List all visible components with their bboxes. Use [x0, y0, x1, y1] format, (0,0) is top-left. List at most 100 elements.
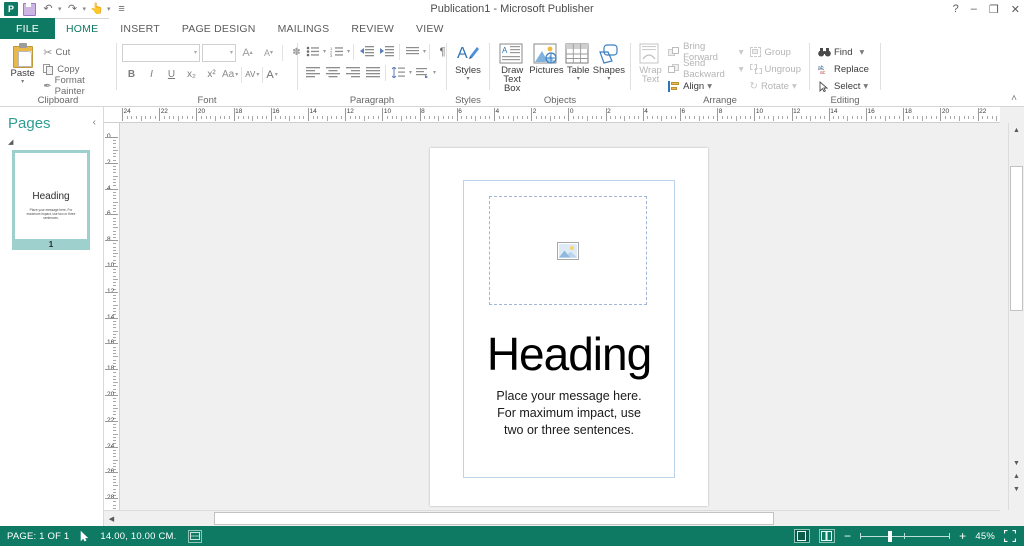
scroll-up-icon[interactable]: ▲ [1010, 124, 1023, 137]
object-size-icon[interactable] [188, 530, 202, 543]
align-center-button[interactable] [323, 64, 342, 81]
underline-button[interactable]: U [162, 65, 181, 84]
find-dropdown-icon[interactable]: ▾ [859, 47, 864, 58]
previous-page-icon[interactable]: ▲ [1010, 470, 1023, 483]
font-color-dropdown-icon[interactable]: ▾ [275, 71, 278, 78]
cut-button[interactable]: ✂ Cut [40, 44, 111, 60]
vertical-scroll-thumb[interactable] [1010, 166, 1023, 311]
bullets-button[interactable]: ▾ [303, 43, 326, 60]
draw-text-box-button[interactable]: A Draw Text Box [495, 42, 529, 93]
table-dropdown-icon[interactable]: ▾ [577, 76, 580, 82]
vertical-scrollbar[interactable]: ▲ ▼ ▲ ▼ [1008, 123, 1024, 510]
align-dropdown-icon[interactable]: ▾ [707, 81, 712, 92]
tab-home[interactable]: HOME [55, 18, 109, 39]
tab-mailings[interactable]: MAILINGS [267, 18, 341, 39]
subscript-button[interactable]: x₂ [182, 65, 201, 84]
paste-dropdown-icon[interactable]: ▾ [21, 79, 24, 85]
shapes-button[interactable]: Shapes ▾ [593, 42, 625, 82]
picture-placeholder[interactable] [489, 196, 647, 305]
close-icon[interactable]: ✕ [1011, 3, 1020, 16]
collapse-ribbon-icon[interactable]: ˄ [1011, 93, 1017, 104]
numbering-dropdown-icon[interactable]: ▾ [347, 48, 350, 55]
rotate-button[interactable]: ↻ Rotate ▾ [747, 78, 804, 94]
superscript-button[interactable]: x² [202, 65, 221, 84]
font-size-input[interactable]: ▾ [202, 44, 236, 62]
tab-view[interactable]: VIEW [405, 18, 455, 39]
vertical-ruler[interactable]: 0246810121416182022242628 [104, 123, 120, 510]
help-icon[interactable]: ? [953, 3, 959, 15]
line-spacing-dropdown-icon[interactable]: ▾ [409, 69, 412, 76]
tab-review[interactable]: REVIEW [340, 18, 405, 39]
collapse-pages-pane-icon[interactable]: ‹ [93, 117, 96, 128]
table-button[interactable]: Table ▾ [564, 42, 593, 82]
horizontal-scroll-thumb[interactable] [214, 512, 774, 525]
tab-file[interactable]: FILE [0, 18, 55, 39]
font-name-dropdown-icon[interactable]: ▾ [194, 49, 197, 56]
shapes-dropdown-icon[interactable]: ▾ [607, 76, 610, 82]
page-indicator[interactable]: PAGE: 1 OF 1 [7, 531, 69, 542]
rotate-dropdown-icon[interactable]: ▾ [792, 81, 797, 92]
styles-dropdown-icon[interactable]: ▾ [466, 76, 469, 82]
change-case-button[interactable]: Aa ▾ [222, 69, 238, 80]
wrap-text-button[interactable]: Wrap Text [636, 42, 665, 84]
text-direction-button[interactable]: ▾ [413, 64, 436, 81]
styles-button[interactable]: A Styles ▾ [452, 42, 484, 82]
scroll-down-icon[interactable]: ▼ [1010, 457, 1023, 470]
character-spacing-dropdown-icon[interactable]: ▾ [256, 71, 259, 78]
send-backward-button[interactable]: Send Backward ▾ [665, 61, 746, 77]
select-button[interactable]: Select ▾ [815, 78, 872, 94]
align-right-button[interactable] [343, 64, 362, 81]
zoom-slider-handle[interactable] [888, 531, 892, 542]
document-page[interactable]: Heading Place your message here. For max… [430, 148, 708, 506]
pages-expand-icon[interactable]: ◢ [8, 138, 13, 146]
paragraph-spacing-button[interactable]: ▾ [403, 43, 426, 60]
replace-button[interactable]: abac Replace [815, 61, 872, 77]
fit-page-button[interactable] [1004, 530, 1016, 542]
page-thumbnail-1[interactable]: Heading Place your message here. For max… [12, 150, 90, 250]
numbering-button[interactable]: 123 ▾ [327, 43, 350, 60]
document-body-text[interactable]: Place your message here. For maximum imp… [470, 388, 668, 439]
font-color-button[interactable]: A ▾ [266, 69, 277, 81]
minimize-icon[interactable]: – [971, 3, 977, 15]
grow-font-button[interactable]: A▴ [238, 43, 257, 62]
zoom-in-button[interactable]: + [959, 530, 966, 542]
single-page-view-button[interactable] [794, 529, 810, 543]
two-page-spread-button[interactable] [819, 529, 835, 543]
send-backward-dropdown-icon[interactable]: ▾ [739, 64, 744, 75]
zoom-out-button[interactable]: − [844, 530, 851, 542]
document-canvas[interactable]: Heading Place your message here. For max… [120, 123, 1000, 510]
line-spacing-button[interactable]: ▾ [389, 64, 412, 81]
group-button[interactable]: Group [747, 44, 804, 60]
scroll-left-icon[interactable]: ◀ [105, 512, 118, 525]
align-button[interactable]: Align ▾ [665, 78, 746, 94]
find-button[interactable]: Find ▾ [815, 44, 872, 60]
horizontal-ruler[interactable]: 242220181614121086420246810121416182022 [104, 107, 1000, 123]
paragraph-spacing-dropdown-icon[interactable]: ▾ [423, 48, 426, 55]
font-size-dropdown-icon[interactable]: ▾ [230, 49, 233, 56]
text-direction-dropdown-icon[interactable]: ▾ [433, 69, 436, 76]
horizontal-scrollbar[interactable]: ◀ [104, 510, 1000, 526]
change-case-dropdown-icon[interactable]: ▾ [235, 71, 238, 78]
zoom-level-label[interactable]: 45% [975, 531, 995, 542]
ungroup-button[interactable]: Ungroup [747, 61, 804, 77]
select-dropdown-icon[interactable]: ▾ [863, 81, 868, 92]
italic-button[interactable]: I [142, 65, 161, 84]
decrease-indent-button[interactable] [357, 43, 376, 60]
bring-forward-dropdown-icon[interactable]: ▾ [739, 47, 744, 58]
restore-icon[interactable]: ❐ [989, 3, 999, 16]
bold-button[interactable]: B [122, 65, 141, 84]
increase-indent-button[interactable] [377, 43, 396, 60]
document-heading[interactable]: Heading [430, 328, 708, 380]
justify-button[interactable] [363, 64, 382, 81]
character-spacing-button[interactable]: AV ▾ [245, 70, 259, 79]
pictures-button[interactable]: Pictures [529, 42, 563, 76]
paste-button[interactable]: Paste ▾ [5, 42, 40, 85]
format-painter-button[interactable]: ✒ Format Painter [40, 78, 111, 94]
tab-page-design[interactable]: PAGE DESIGN [171, 18, 267, 39]
font-name-input[interactable]: ▾ [122, 44, 200, 62]
zoom-slider[interactable] [860, 530, 950, 542]
tab-insert[interactable]: INSERT [109, 18, 171, 39]
align-left-button[interactable] [303, 64, 322, 81]
shrink-font-button[interactable]: A▾ [259, 43, 278, 62]
bullets-dropdown-icon[interactable]: ▾ [323, 48, 326, 55]
